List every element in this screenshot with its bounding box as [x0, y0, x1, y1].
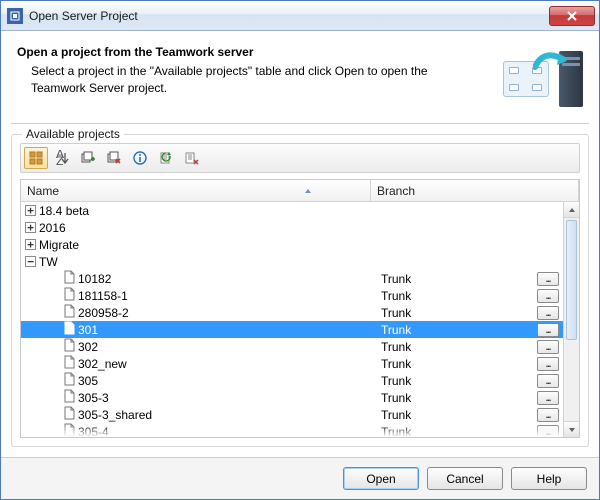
expand-icon[interactable]: +: [25, 205, 36, 216]
table-row[interactable]: 280958-2 Trunk...: [21, 304, 563, 321]
tree-folder[interactable]: −TW: [21, 253, 563, 270]
sort-button[interactable]: AZ: [50, 147, 74, 169]
refresh-button[interactable]: [154, 147, 178, 169]
tree-folder[interactable]: +Migrate: [21, 236, 563, 253]
branch-cell: Trunk: [375, 408, 537, 422]
table-row[interactable]: 301 Trunk...: [21, 321, 563, 338]
open-button[interactable]: Open: [343, 467, 419, 490]
folder-label: Migrate: [39, 238, 79, 252]
server-illustration: [503, 45, 583, 109]
tree-folder[interactable]: +2016: [21, 219, 563, 236]
file-icon: [63, 389, 75, 406]
dialog-footer: Open Cancel Help: [1, 457, 599, 499]
row-options-button[interactable]: ...: [537, 323, 559, 337]
row-options-button[interactable]: ...: [537, 272, 559, 286]
remove-category-button[interactable]: [102, 147, 126, 169]
project-name: 305-3: [78, 391, 109, 405]
file-icon: [63, 304, 75, 321]
project-name: 181158-1: [78, 289, 128, 303]
file-icon: [63, 355, 75, 372]
folder-label: 2016: [39, 221, 66, 235]
row-options-button[interactable]: ...: [537, 357, 559, 371]
branch-cell: Trunk: [375, 289, 537, 303]
folder-label: TW: [39, 255, 58, 269]
row-options-button[interactable]: ...: [537, 374, 559, 388]
project-name: 305-3_shared: [78, 408, 152, 422]
branch-cell: Trunk: [375, 306, 537, 320]
table-body: +18.4 beta+2016+Migrate−TW10182Trunk...1…: [21, 202, 579, 437]
table-row[interactable]: 305-3 Trunk...: [21, 389, 563, 406]
column-header-branch[interactable]: Branch: [371, 180, 579, 201]
row-options-button[interactable]: ...: [537, 391, 559, 405]
table-row[interactable]: 305-3_shared Trunk...: [21, 406, 563, 423]
sort-indicator-icon: [304, 187, 312, 195]
project-name: 305: [78, 374, 98, 388]
project-name: 301: [78, 323, 98, 337]
scroll-down-button[interactable]: [564, 421, 579, 437]
cancel-button[interactable]: Cancel: [427, 467, 503, 490]
branch-cell: Trunk: [375, 357, 537, 371]
header-description: Select a project in the "Available proje…: [17, 63, 437, 97]
column-header-name[interactable]: Name: [21, 180, 371, 201]
tree-folder[interactable]: +18.4 beta: [21, 202, 563, 219]
row-options-button[interactable]: ...: [537, 289, 559, 303]
groupbox-label: Available projects: [22, 127, 124, 141]
table-row[interactable]: 10182 Trunk...: [21, 270, 563, 287]
expand-icon[interactable]: +: [25, 239, 36, 250]
file-icon: [63, 338, 75, 355]
projects-table: Name Branch +18.4 beta+2016+Migrate−TW10…: [20, 179, 580, 438]
scroll-thumb[interactable]: [566, 220, 577, 340]
file-icon: [63, 287, 75, 304]
file-icon: [63, 372, 75, 389]
collapse-icon[interactable]: −: [25, 256, 36, 267]
branch-cell: Trunk: [375, 391, 537, 405]
dialog-body: Open a project from the Teamwork server …: [1, 31, 599, 457]
scroll-track[interactable]: [564, 218, 579, 421]
project-name: 302_new: [78, 357, 127, 371]
view-mode-button[interactable]: [24, 147, 48, 169]
branch-cell: Trunk: [375, 425, 537, 438]
table-row[interactable]: 302 Trunk...: [21, 338, 563, 355]
row-options-button[interactable]: ...: [537, 340, 559, 354]
available-projects-group: Available projects AZ Name Branch: [11, 134, 589, 447]
column-header-name-label: Name: [27, 184, 59, 198]
branch-cell: Trunk: [375, 272, 537, 286]
folder-label: 18.4 beta: [39, 204, 89, 218]
header-title: Open a project from the Teamwork server: [17, 45, 493, 59]
file-icon: [63, 406, 75, 423]
file-icon: [63, 321, 75, 338]
file-icon: [63, 423, 75, 437]
vertical-scrollbar[interactable]: [563, 202, 579, 437]
table-row[interactable]: 302_new Trunk...: [21, 355, 563, 372]
project-name: 280958-2: [78, 306, 129, 320]
table-header: Name Branch: [21, 180, 579, 202]
titlebar[interactable]: Open Server Project: [1, 1, 599, 31]
expand-icon[interactable]: +: [25, 222, 36, 233]
table-row[interactable]: 181158-1 Trunk...: [21, 287, 563, 304]
project-name: 10182: [78, 272, 111, 286]
table-row[interactable]: 305-4 Trunk...: [21, 423, 563, 437]
branch-cell: Trunk: [375, 374, 537, 388]
add-category-button[interactable]: [76, 147, 100, 169]
help-button[interactable]: Help: [511, 467, 587, 490]
row-options-button[interactable]: ...: [537, 408, 559, 422]
file-icon: [63, 270, 75, 287]
dialog-window: Open Server Project Open a project from …: [0, 0, 600, 500]
branch-cell: Trunk: [375, 323, 537, 337]
header: Open a project from the Teamwork server …: [11, 39, 589, 124]
manage-button[interactable]: [180, 147, 204, 169]
scroll-up-button[interactable]: [564, 202, 579, 218]
project-name: 302: [78, 340, 98, 354]
toolbar: AZ: [20, 143, 580, 173]
table-row[interactable]: 305 Trunk...: [21, 372, 563, 389]
info-button[interactable]: [128, 147, 152, 169]
window-title: Open Server Project: [29, 9, 549, 23]
app-icon: [7, 8, 23, 24]
branch-cell: Trunk: [375, 340, 537, 354]
column-header-branch-label: Branch: [377, 184, 415, 198]
close-button[interactable]: [549, 6, 595, 26]
row-options-button[interactable]: ...: [537, 425, 559, 438]
project-name: 305-4: [78, 425, 109, 438]
row-options-button[interactable]: ...: [537, 306, 559, 320]
